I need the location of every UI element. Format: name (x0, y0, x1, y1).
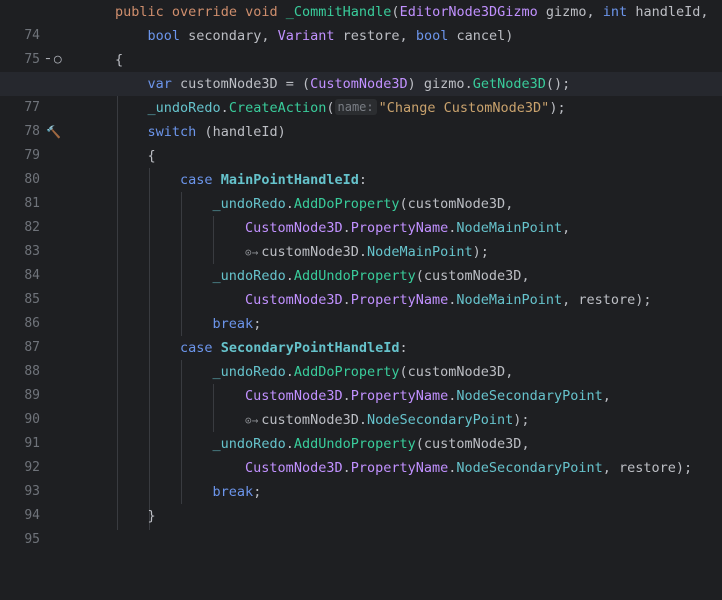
token-keyword: override (171, 4, 237, 20)
token-constant: MainPointHandleId (220, 172, 359, 188)
token-keyword: case (180, 340, 213, 356)
token-identifier: customNode3D (261, 244, 359, 260)
code-line[interactable]: 85 _undoRedo.AddUndoProperty(customNode3… (0, 264, 722, 307)
code-line[interactable]: 79 switch (handleId) (0, 120, 722, 163)
token-keyword: bool (415, 28, 449, 44)
token-type: CustomNode3D (310, 76, 408, 92)
null-check-hint-icon: ⊙→ (245, 246, 259, 259)
token-method: AddUndoProperty (293, 268, 416, 284)
token-method: GetNode3D (472, 76, 546, 92)
token-identifier: customNode3D (407, 364, 506, 380)
token-type: PropertyName (350, 460, 449, 476)
token-identifier: customNode3D (423, 268, 522, 284)
token-type: PropertyName (350, 388, 449, 404)
code-line[interactable]: 88 case SecondaryPointHandleId: (0, 336, 722, 379)
token-field: _undoRedo (212, 268, 286, 284)
null-check-hint-icon: ⊙→ (245, 414, 259, 427)
code-line[interactable]: 93 CustomNode3D.PropertyName.NodeSeconda… (0, 456, 722, 499)
token-property: NodeMainPoint (366, 244, 473, 260)
token-method: _CommitHandle (285, 4, 392, 20)
token-property: NodeSecondaryPoint (456, 460, 603, 476)
token-type: PropertyName (350, 292, 449, 308)
token-keyword: case (180, 172, 213, 188)
token-identifier: handleId (635, 4, 701, 20)
code-line[interactable]: 90 CustomNode3D.PropertyName.NodeSeconda… (0, 384, 722, 427)
code-line[interactable]: 76 { (0, 48, 722, 91)
code-line[interactable]: 78 _undoRedo.CreateAction(name: "Change C… (0, 96, 722, 139)
code-editor[interactable]: 74 ╴○ public override void _CommitHandle… (0, 0, 722, 547)
token-type: CustomNode3D (245, 460, 343, 476)
code-line[interactable]: 92 _undoRedo.AddUndoProperty(customNode3… (0, 432, 722, 475)
token-method: CreateAction (228, 100, 327, 116)
token-keyword: void (245, 4, 278, 20)
token-method: AddDoProperty (293, 196, 400, 212)
code-line[interactable]: 91 ⊙→ customNode3D.NodeSecondaryPoint); (0, 408, 722, 451)
token-keyword: public (115, 4, 164, 20)
code-line[interactable]: 82 _undoRedo.AddDoProperty(customNode3D, (0, 192, 722, 235)
token-property: NodeMainPoint (456, 220, 563, 236)
token-constant: SecondaryPointHandleId (220, 340, 400, 356)
token-type: CustomNode3D (245, 388, 343, 404)
token-method: AddUndoProperty (293, 436, 416, 452)
token-property: NodeSecondaryPoint (366, 412, 514, 428)
parameter-hint: name: (334, 99, 377, 115)
token-identifier: restore (342, 28, 400, 44)
token-type: PropertyName (350, 220, 449, 236)
token-type: CustomNode3D (245, 292, 343, 308)
token-keyword: int (602, 4, 628, 20)
token-identifier: restore (619, 460, 676, 476)
token-identifier: customNode3D (261, 412, 359, 428)
code-line[interactable]: 86 CustomNode3D.PropertyName.NodeMainPoi… (0, 288, 722, 331)
token-field: _undoRedo (212, 196, 286, 212)
token-method: AddDoProperty (293, 364, 400, 380)
token-identifier: customNode3D (180, 76, 278, 92)
token-identifier: handleId (212, 124, 278, 140)
token-type: Variant (277, 28, 335, 44)
code-line[interactable]: 84 ⊙→ customNode3D.NodeMainPoint); (0, 240, 722, 283)
token-identifier: gizmo (545, 4, 587, 20)
token-keyword: switch (147, 124, 197, 140)
token-property: NodeMainPoint (456, 292, 563, 308)
code-line[interactable]: 75 bool secondary, Variant restore, bool… (0, 24, 722, 67)
token-keyword: bool (147, 28, 181, 44)
token-property: NodeSecondaryPoint (456, 388, 603, 404)
token-type: EditorNode3DGizmo (399, 4, 538, 20)
token-string: "Change CustomNode3D" (378, 100, 550, 116)
token-identifier: cancel (456, 28, 506, 44)
code-line[interactable]: 94 break; (0, 480, 722, 523)
code-line[interactable]: 81 case MainPointHandleId: (0, 168, 722, 211)
token-keyword: break (212, 316, 254, 332)
code-line[interactable]: 95 } (0, 504, 722, 547)
token-field: _undoRedo (212, 436, 286, 452)
line-number: 95 (24, 532, 40, 547)
token-field: _undoRedo (212, 364, 286, 380)
token-type: CustomNode3D (245, 220, 343, 236)
code-line[interactable]: 87 break; (0, 312, 722, 355)
token-keyword: break (212, 484, 254, 500)
code-line[interactable]: 83 CustomNode3D.PropertyName.NodeMainPoi… (0, 216, 722, 259)
code-line[interactable]: 80 { (0, 144, 722, 187)
code-line[interactable]: 89 _undoRedo.AddDoProperty(customNode3D, (0, 360, 722, 403)
token-field: _undoRedo (147, 100, 221, 116)
code-line[interactable]: 77 🔨 var customNode3D = (CustomNode3D) g… (0, 72, 722, 139)
token-identifier: secondary (188, 28, 262, 44)
token-identifier: customNode3D (423, 436, 522, 452)
token-keyword: var (147, 76, 172, 92)
code-line[interactable]: 74 ╴○ public override void _CommitHandle… (0, 0, 722, 67)
token-identifier: gizmo (423, 76, 465, 92)
token-identifier: restore (578, 292, 636, 308)
token-identifier: customNode3D (407, 196, 506, 212)
